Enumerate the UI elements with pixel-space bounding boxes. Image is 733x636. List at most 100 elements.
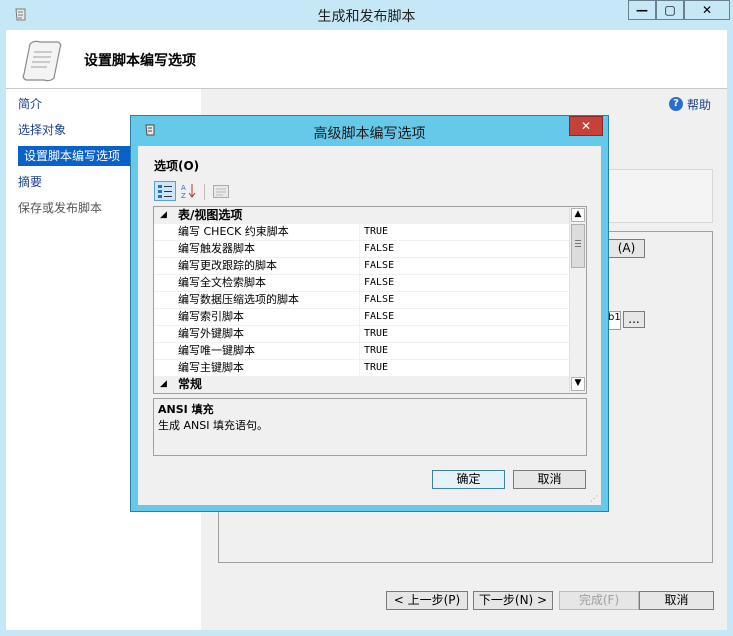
close-icon: ✕ (580, 119, 592, 133)
property-value: TRUE (364, 328, 389, 339)
scroll-down-arrow-icon[interactable]: ▼ (571, 377, 585, 391)
property-name: 编写主键脚本 (178, 361, 244, 374)
next-button-label: 下一步(N) > (478, 593, 548, 607)
collapse-icon[interactable]: ◢ (160, 376, 167, 393)
property-name: 编写唯一键脚本 (178, 344, 255, 357)
property-value: FALSE (364, 311, 395, 322)
scroll-up-arrow-icon[interactable]: ▲ (571, 208, 585, 222)
window-title: 生成和发布脚本 (317, 9, 416, 25)
property-row[interactable]: 编写更改跟踪的脚本 FALSE (154, 258, 569, 275)
nav-item-label: 设置脚本编写选项 (24, 149, 121, 163)
category-label: 表/视图选项 (178, 208, 243, 222)
category-general[interactable]: ◢ 常规 (154, 376, 569, 393)
property-name: 编写外键脚本 (178, 327, 244, 340)
script-scroll-icon (20, 38, 66, 87)
column-divider (359, 241, 360, 258)
column-divider (359, 292, 360, 309)
description-text: 生成 ANSI 填充语句。 (158, 419, 268, 432)
nav-item-intro[interactable]: 简介 (18, 94, 198, 114)
property-value: FALSE (364, 260, 395, 271)
path-field-text: b1 (608, 312, 621, 323)
property-name: 编写触发器脚本 (178, 242, 255, 255)
property-name: 编写 CHECK 约束脚本 (178, 225, 289, 238)
property-row[interactable]: 编写唯一键脚本 TRUE (154, 343, 569, 360)
title-bar[interactable]: 生成和发布脚本 — ▢ ✕ (0, 0, 733, 30)
property-name: 编写索引脚本 (178, 310, 244, 323)
svg-text:A: A (181, 184, 186, 192)
next-button[interactable]: 下一步(N) > (473, 591, 553, 610)
advanced-button-label: (A) (617, 241, 636, 255)
dialog-title: 高级脚本编写选项 (313, 126, 426, 142)
vertical-scrollbar[interactable]: ▲ ▼ (569, 207, 586, 393)
advanced-options-dialog: 高级脚本编写选项 ✕ 选项(O) AZ ◢ 表/视图选项 编写 CHECK 约束… (130, 115, 609, 512)
description-title: ANSI 填充 (158, 403, 214, 416)
property-value: TRUE (364, 226, 389, 237)
path-field[interactable]: b1 (607, 311, 621, 330)
browse-button[interactable]: ... (623, 311, 645, 328)
maximize-icon: ▢ (664, 3, 676, 17)
sort-az-icon: AZ (180, 182, 198, 203)
column-divider (359, 309, 360, 326)
nav-item-label: 摘要 (18, 175, 43, 189)
property-value: FALSE (364, 277, 395, 288)
column-divider (359, 258, 360, 275)
property-row[interactable]: 编写外键脚本 TRUE (154, 326, 569, 343)
property-pages-icon (213, 185, 229, 201)
minimize-button[interactable]: — (628, 0, 656, 20)
nav-item-label: 保存或发布脚本 (18, 201, 103, 215)
column-divider (359, 360, 360, 377)
minimize-icon: — (636, 3, 648, 17)
property-row[interactable]: 编写全文检索脚本 FALSE (154, 275, 569, 292)
property-name: 编写全文检索脚本 (178, 276, 266, 289)
resize-grip-icon[interactable]: ⋰ (590, 494, 598, 503)
cancel-button-label: 取消 (664, 593, 689, 607)
close-icon: ✕ (701, 3, 713, 17)
property-grid: ◢ 表/视图选项 编写 CHECK 约束脚本 TRUE 编写触发器脚本 FALSE … (153, 206, 587, 394)
property-row[interactable]: 编写数据压缩选项的脚本 FALSE (154, 292, 569, 309)
finish-button-label: 完成(F) (578, 593, 620, 607)
column-divider (359, 275, 360, 292)
nav-item-scripting-options[interactable]: 设置脚本编写选项 (18, 146, 136, 166)
dialog-title-bar[interactable]: 高级脚本编写选项 ✕ (131, 116, 608, 144)
dialog-close-button[interactable]: ✕ (569, 116, 603, 136)
column-divider (359, 224, 360, 241)
category-label: 常规 (178, 377, 203, 391)
category-table-view-options[interactable]: ◢ 表/视图选项 (154, 207, 569, 224)
close-button[interactable]: ✕ (684, 0, 730, 20)
ok-button[interactable]: 确定 (432, 470, 505, 489)
dialog-cancel-button[interactable]: 取消 (513, 470, 586, 489)
dialog-cancel-button-label: 取消 (537, 472, 562, 486)
svg-text:Z: Z (181, 192, 186, 200)
scroll-thumb[interactable] (571, 224, 585, 268)
help-icon: ? (669, 97, 683, 111)
page-title: 设置脚本编写选项 (84, 53, 196, 69)
property-row[interactable]: 编写 CHECK 约束脚本 TRUE (154, 224, 569, 241)
column-divider (359, 326, 360, 343)
advanced-button[interactable]: (A) (608, 239, 645, 258)
property-value: TRUE (364, 345, 389, 356)
cancel-button[interactable]: 取消 (639, 591, 714, 610)
toolbar-separator (204, 184, 205, 200)
property-value: TRUE (364, 362, 389, 373)
dialog-body: 选项(O) AZ ◢ 表/视图选项 编写 CHECK 约束脚本 TRUE 编写触… (138, 146, 601, 505)
options-label: 选项(O) (154, 159, 200, 173)
ok-button-label: 确定 (456, 472, 481, 486)
property-value: FALSE (364, 243, 395, 254)
property-name: 编写数据压缩选项的脚本 (178, 293, 299, 306)
finish-button: 完成(F) (559, 591, 639, 610)
wizard-header: 设置脚本编写选项 (6, 30, 727, 89)
collapse-icon[interactable]: ◢ (160, 207, 167, 224)
property-row[interactable]: 编写触发器脚本 FALSE (154, 241, 569, 258)
property-pages-button (210, 181, 232, 201)
back-button[interactable]: < 上一步(P) (386, 591, 468, 610)
categorized-button[interactable] (154, 181, 176, 201)
property-row[interactable]: 编写索引脚本 FALSE (154, 309, 569, 326)
browse-button-label: ... (628, 312, 640, 326)
property-name: 编写更改跟踪的脚本 (178, 259, 277, 272)
alphabetical-button[interactable]: AZ (178, 181, 200, 201)
description-pane: ANSI 填充 生成 ANSI 填充语句。 (153, 398, 587, 456)
property-row[interactable]: 编写主键脚本 TRUE (154, 360, 569, 377)
back-button-label: < 上一步(P) (393, 593, 461, 607)
nav-item-label: 选择对象 (18, 123, 67, 137)
maximize-button[interactable]: ▢ (656, 0, 684, 20)
